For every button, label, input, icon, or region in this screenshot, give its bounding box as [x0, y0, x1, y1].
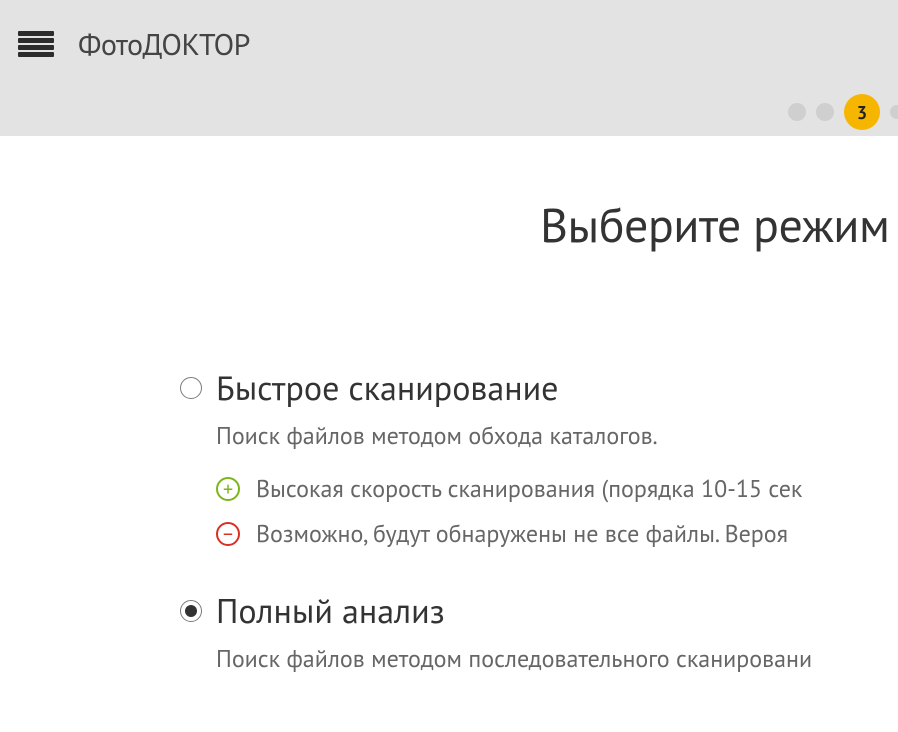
options-group: Быстрое сканирование Поиск файлов методо…: [0, 366, 898, 674]
page-title: Выберите режим: [0, 194, 898, 256]
option-label: Быстрое сканирование: [216, 366, 558, 410]
app-title-suffix: ДОКТОР: [143, 25, 250, 64]
option-desc: Поиск файлов методом обхода каталогов.: [180, 420, 898, 451]
bullet-text: Возможно, будут обнаружены не все файлы.…: [256, 518, 788, 549]
app-header: ФотоДОКТОР: [0, 0, 898, 88]
option-label: Полный анализ: [216, 589, 445, 633]
step-dot-1[interactable]: [788, 103, 806, 121]
step-active-label: 3: [857, 101, 867, 124]
bullet-pro: + Высокая скорость сканирования (порядка…: [216, 473, 898, 504]
step-dot-4[interactable]: [890, 105, 898, 119]
option-full-analysis: Полный анализ Поиск файлов методом после…: [180, 589, 898, 674]
app-title: ФотоДОКТОР: [78, 25, 250, 64]
main-content: Выберите режим Быстрое сканирование Поис…: [0, 136, 898, 674]
bullet-text: Высокая скорость сканирования (порядка 1…: [256, 473, 802, 504]
option-bullets: + Высокая скорость сканирования (порядка…: [180, 473, 898, 549]
radio-full-analysis[interactable]: [180, 600, 202, 622]
minus-icon: –: [216, 522, 240, 546]
step-dot-3[interactable]: 3: [844, 94, 880, 130]
plus-icon: +: [216, 477, 240, 501]
option-head[interactable]: Полный анализ: [180, 589, 898, 633]
menu-icon[interactable]: [18, 31, 54, 57]
step-dot-2[interactable]: [816, 103, 834, 121]
option-desc: Поиск файлов методом последовательного с…: [180, 643, 898, 674]
step-indicator: 3: [0, 88, 898, 136]
option-head[interactable]: Быстрое сканирование: [180, 366, 898, 410]
option-quick-scan: Быстрое сканирование Поиск файлов методо…: [180, 366, 898, 549]
bullet-con: – Возможно, будут обнаружены не все файл…: [216, 518, 898, 549]
app-title-prefix: Фото: [78, 25, 143, 64]
radio-quick-scan[interactable]: [180, 377, 202, 399]
